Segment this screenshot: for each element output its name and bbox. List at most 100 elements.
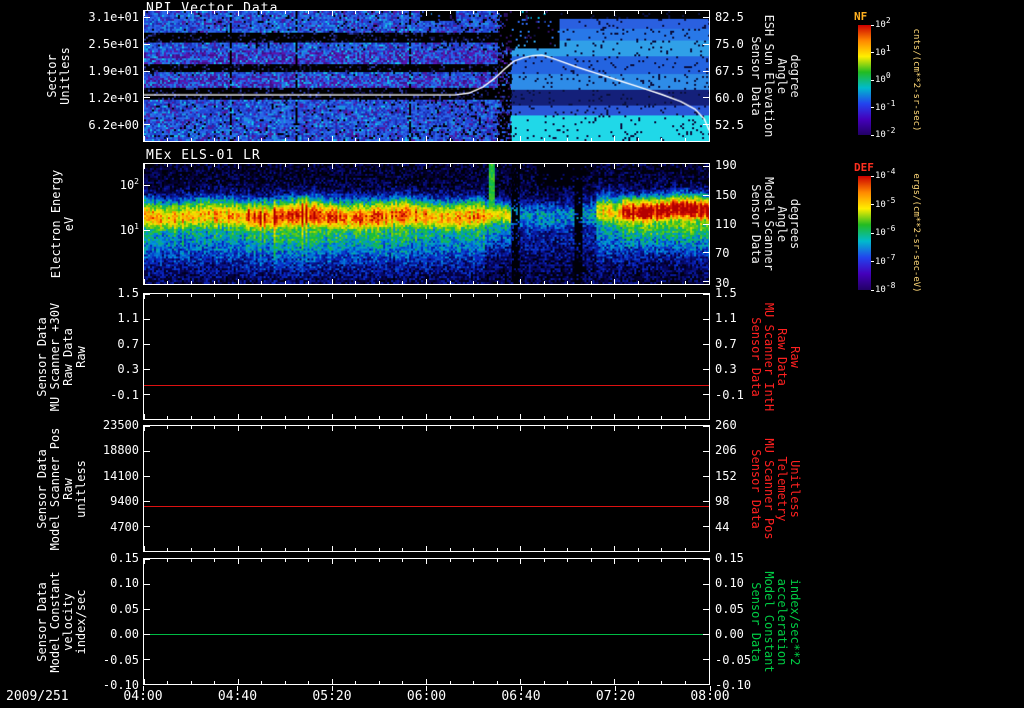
x-axis-tick bbox=[237, 279, 239, 284]
npi-vector-data-spectrogram bbox=[144, 11, 709, 141]
x-axis-minor-tick bbox=[637, 294, 639, 297]
x-axis-minor-tick bbox=[167, 426, 169, 429]
x-axis-minor-tick bbox=[684, 138, 686, 141]
y-axis-label-left: unitless bbox=[74, 459, 88, 518]
x-axis-minor-tick bbox=[637, 138, 639, 141]
x-axis-minor-tick bbox=[190, 681, 192, 684]
x-axis-minor-tick bbox=[308, 281, 310, 284]
x-axis-minor-tick bbox=[214, 681, 216, 684]
x-axis-minor-tick bbox=[402, 164, 404, 167]
x-axis-minor-tick bbox=[567, 11, 569, 14]
colorbar-nf bbox=[858, 25, 871, 135]
x-axis-tick bbox=[708, 11, 710, 16]
x-axis-minor-tick bbox=[637, 681, 639, 684]
y-axis-label-right: ESH Sun Elevation bbox=[762, 14, 776, 138]
x-axis-minor-tick bbox=[378, 164, 380, 167]
y-axis-tick bbox=[144, 475, 150, 477]
y-axis-tick bbox=[144, 343, 150, 345]
x-axis-minor-tick bbox=[496, 426, 498, 429]
x-axis-tick bbox=[520, 294, 522, 299]
x-axis-tick bbox=[614, 279, 616, 284]
y-tick-label: 82.5 bbox=[715, 9, 744, 24]
y-axis-tick bbox=[703, 223, 709, 225]
x-axis-tick bbox=[708, 679, 710, 684]
y-axis-tick bbox=[703, 583, 709, 585]
y-axis-tick bbox=[144, 229, 150, 231]
x-axis-minor-tick bbox=[402, 681, 404, 684]
x-axis-minor-tick bbox=[449, 294, 451, 297]
y-axis-tick bbox=[703, 343, 709, 345]
x-axis-tick bbox=[614, 414, 616, 419]
x-axis-minor-tick bbox=[543, 559, 545, 562]
x-axis-minor-tick bbox=[449, 426, 451, 429]
x-axis-minor-tick bbox=[402, 559, 404, 562]
y-tick-label: 6.2e+00 bbox=[88, 117, 139, 132]
x-axis-minor-tick bbox=[167, 164, 169, 167]
x-axis-tick bbox=[237, 11, 239, 16]
colorbar-tick-label: 10-1 bbox=[875, 98, 896, 113]
x-axis-minor-tick bbox=[684, 281, 686, 284]
mex-els-01-lr-spectrogram bbox=[144, 164, 709, 284]
x-axis-minor-tick bbox=[214, 559, 216, 562]
model-constant-velocity-series-line bbox=[144, 633, 709, 635]
x-axis-minor-tick bbox=[684, 11, 686, 14]
x-axis-tick bbox=[426, 546, 427, 551]
x-axis-minor-tick bbox=[449, 281, 451, 284]
x-axis-minor-tick bbox=[543, 138, 545, 141]
x-axis-tick bbox=[520, 414, 522, 419]
y-axis-label-left: eV bbox=[62, 216, 76, 232]
y-axis-label-right: degrees bbox=[788, 198, 802, 250]
y-tick-label: 1.5 bbox=[117, 286, 139, 300]
colorbar-tick bbox=[871, 232, 874, 234]
y-tick-label: 0.10 bbox=[110, 576, 139, 591]
x-axis-tick bbox=[331, 426, 333, 431]
y-tick-label: 4700 bbox=[110, 519, 139, 534]
x-axis-minor-tick bbox=[284, 559, 286, 562]
x-axis-minor-tick bbox=[190, 281, 192, 284]
x-axis-minor-tick bbox=[378, 138, 380, 141]
x-axis-minor-tick bbox=[637, 426, 639, 429]
x-axis-minor-tick bbox=[402, 294, 404, 297]
x-axis-tick bbox=[520, 279, 522, 284]
x-axis-tick bbox=[426, 559, 427, 564]
y-axis-label-left: Unitless bbox=[58, 47, 72, 105]
x-axis-tick bbox=[143, 136, 145, 141]
colorbar-tick bbox=[871, 289, 874, 291]
x-axis-minor-tick bbox=[661, 416, 663, 419]
x-axis-tick bbox=[331, 164, 333, 169]
x-axis-minor-tick bbox=[308, 548, 310, 551]
model-scanner-pos-series-line bbox=[144, 506, 709, 508]
x-axis-tick bbox=[520, 546, 522, 551]
x-axis-minor-tick bbox=[567, 281, 569, 284]
x-axis-minor-tick bbox=[496, 416, 498, 419]
x-axis-minor-tick bbox=[284, 426, 286, 429]
y-axis-tick bbox=[703, 70, 709, 72]
x-axis-minor-tick bbox=[355, 294, 357, 297]
x-axis-tick bbox=[331, 294, 333, 299]
plot-app: NPI Vector Data MEx ELS-01 LR 2009/251 3… bbox=[0, 0, 1024, 708]
x-axis-minor-tick bbox=[590, 281, 592, 284]
x-axis-minor-tick bbox=[284, 138, 286, 141]
x-axis-minor-tick bbox=[214, 138, 216, 141]
x-axis-tick bbox=[614, 136, 616, 141]
y-tick-label: 1.9e+01 bbox=[88, 63, 139, 78]
x-axis-minor-tick bbox=[167, 548, 169, 551]
y-tick-label: 18800 bbox=[102, 443, 139, 458]
y-axis-tick bbox=[703, 608, 709, 610]
x-axis-minor-tick bbox=[661, 164, 663, 167]
x-axis-tick bbox=[520, 136, 522, 141]
y-axis-tick bbox=[144, 683, 150, 685]
x-axis-minor-tick bbox=[355, 416, 357, 419]
x-axis-tick bbox=[143, 679, 145, 684]
x-axis-minor-tick bbox=[261, 294, 263, 297]
panel-model-constant-velocity bbox=[143, 558, 710, 685]
x-axis-tick bbox=[426, 11, 427, 16]
x-axis-tick bbox=[614, 546, 616, 551]
x-axis-minor-tick bbox=[190, 559, 192, 562]
x-axis-minor-tick bbox=[308, 426, 310, 429]
x-axis-minor-tick bbox=[214, 548, 216, 551]
y-tick-label: -0.05 bbox=[102, 652, 139, 667]
x-axis-minor-tick bbox=[567, 164, 569, 167]
x-axis-tick bbox=[237, 426, 239, 431]
x-axis-minor-tick bbox=[449, 548, 451, 551]
